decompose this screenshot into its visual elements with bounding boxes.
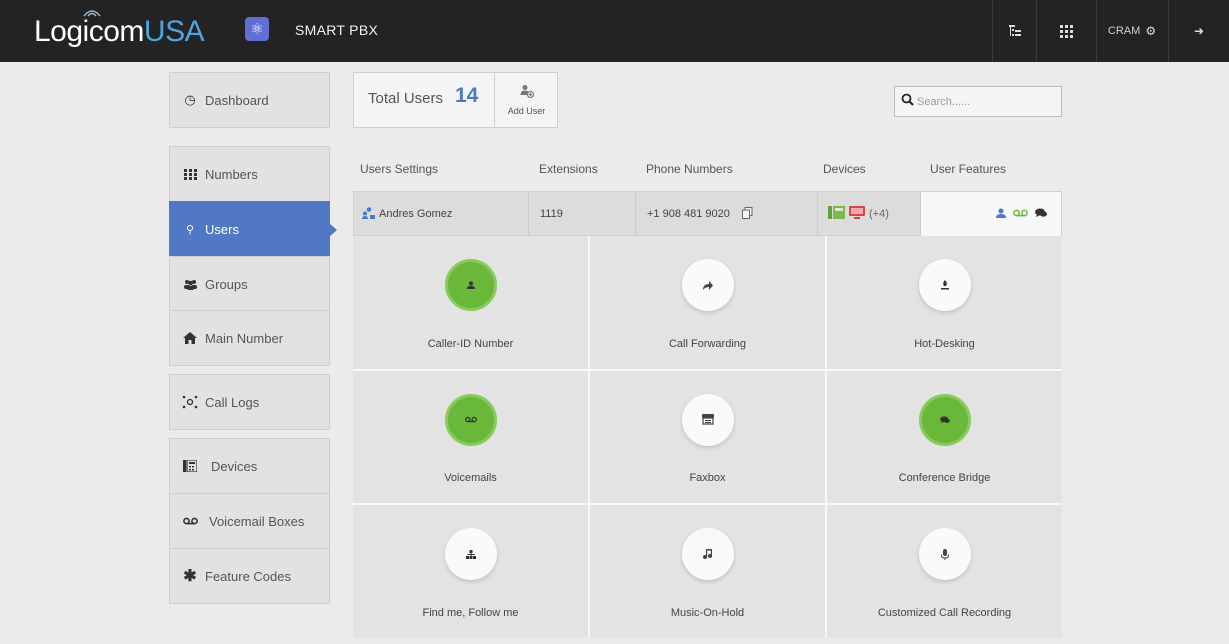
sidebar-item-devices[interactable]: Devices xyxy=(169,438,330,494)
phone-number-cell[interactable]: +1 908 481 9020 xyxy=(636,192,818,236)
user-icon xyxy=(362,206,376,222)
user-menu[interactable]: CRAM ⚙ xyxy=(1097,0,1167,62)
sidebar-item-label: Users xyxy=(205,221,239,237)
feature-tile-call-recording[interactable]: Customized Call Recording xyxy=(827,505,1062,638)
feature-tile-faxbox[interactable]: Faxbox xyxy=(590,370,825,504)
sidebar-item-users[interactable]: ⚲ Users xyxy=(169,201,337,257)
home-icon xyxy=(179,332,201,344)
column-header-extensions: Extensions xyxy=(539,162,598,176)
feature-tile-find-me-follow-me[interactable]: Find me, Follow me xyxy=(353,505,588,638)
sidebar-item-voicemail-boxes[interactable]: Voicemail Boxes xyxy=(169,493,330,549)
feature-tile-voicemails[interactable]: Voicemails xyxy=(353,370,588,504)
column-header-phone-numbers: Phone Numbers xyxy=(646,162,733,176)
search-input[interactable] xyxy=(917,95,1047,108)
feature-tile-conference-bridge[interactable]: Conference Bridge xyxy=(827,370,1062,504)
sidebar-item-label: Groups xyxy=(205,276,248,292)
comments-icon[interactable] xyxy=(918,393,971,446)
apps-grid-icon[interactable] xyxy=(1037,0,1096,62)
total-users-count: 14 xyxy=(455,84,479,107)
forward-icon[interactable] xyxy=(681,259,734,311)
user-name-cell[interactable]: Andres Gomez xyxy=(354,192,529,236)
total-users-panel: Total Users 14 Add User xyxy=(353,72,558,128)
users-icon: ⚲ xyxy=(185,223,195,236)
devices-icon xyxy=(179,460,201,472)
feature-label: Hot-Desking xyxy=(914,337,975,350)
caller-id-status-icon xyxy=(996,208,1006,221)
feature-label: Voicemails xyxy=(444,472,497,485)
desk-phone-icon xyxy=(828,206,845,222)
column-header-user-settings: Users Settings xyxy=(360,162,439,176)
sitemap-icon[interactable] xyxy=(444,528,497,581)
devices-extra-count: (+4) xyxy=(869,208,889,220)
logo-text-secondary: USA xyxy=(143,15,205,48)
sidebar-item-main-number[interactable]: Main Number xyxy=(169,310,330,366)
extension-cell[interactable]: 1119 xyxy=(529,192,636,236)
sidebar-item-label: Numbers xyxy=(205,166,258,182)
atom-icon[interactable]: ⚛ xyxy=(245,17,269,41)
logout-icon[interactable]: ➜ xyxy=(1169,0,1229,62)
column-header-devices: Devices xyxy=(823,162,866,176)
add-user-icon xyxy=(520,84,534,102)
sidebar-item-groups[interactable]: Groups xyxy=(169,256,330,312)
table-row[interactable]: Andres Gomez 1119 +1 908 481 9020 (+4) xyxy=(353,191,1062,236)
call-logs-icon xyxy=(179,395,201,409)
add-user-label: Add User xyxy=(507,106,546,116)
voicemail-icon xyxy=(179,517,201,525)
feature-label: Caller-ID Number xyxy=(427,337,514,350)
dashboard-icon: ◷ xyxy=(184,92,196,107)
sidebar-item-numbers[interactable]: Numbers xyxy=(169,146,330,202)
search-box xyxy=(894,86,1062,117)
feature-label: Find me, Follow me xyxy=(422,607,519,619)
sidebar-item-feature-codes[interactable]: ✱ Feature Codes xyxy=(169,548,330,604)
user-name: Andres Gomez xyxy=(379,208,453,220)
feature-label: Call Forwarding xyxy=(668,337,747,350)
copy-icon[interactable] xyxy=(741,206,753,222)
voicemail-icon[interactable] xyxy=(444,393,497,446)
cogs-icon: ⚙ xyxy=(1145,24,1157,38)
grid-icon xyxy=(179,168,201,180)
feature-tile-music-on-hold[interactable]: Music-On-Hold xyxy=(590,505,825,638)
sidebar-item-label: Voicemail Boxes xyxy=(209,513,305,529)
phone-number-value: +1 908 481 9020 xyxy=(647,208,730,220)
column-header-user-features: User Features xyxy=(930,162,1007,176)
conference-status-icon xyxy=(1035,208,1047,221)
logo-text-primary: Logicom xyxy=(34,15,144,48)
signal-arc-icon xyxy=(83,10,101,17)
top-bar: LogicomUSA ⚛ SMART PBX CRAM ⚙ ➜ xyxy=(0,0,1229,62)
total-users-label: Total Users xyxy=(368,90,444,107)
sidebar-item-call-logs[interactable]: Call Logs xyxy=(169,374,330,430)
feature-label: Conference Bridge xyxy=(898,472,991,485)
feature-tile-hot-desking[interactable]: Hot-Desking xyxy=(827,236,1062,369)
devices-cell[interactable]: (+4) xyxy=(818,192,921,236)
user-icon[interactable] xyxy=(444,259,497,311)
hot-desk-icon[interactable] xyxy=(918,259,971,311)
feature-label: Faxbox xyxy=(689,472,726,485)
sidebar-item-label: Dashboard xyxy=(205,92,269,108)
fax-icon[interactable] xyxy=(681,393,734,446)
feature-tile-call-forwarding[interactable]: Call Forwarding xyxy=(590,236,825,369)
sidebar-item-label: Call Logs xyxy=(205,394,260,410)
sitemap-icon[interactable] xyxy=(993,0,1036,62)
feature-tile-caller-id[interactable]: Caller-ID Number xyxy=(353,236,588,369)
sidebar-item-label: Feature Codes xyxy=(205,568,291,584)
feature-grid: Caller-ID Number Call Forwarding Hot-Des… xyxy=(353,236,1062,638)
sidebar-item-label: Devices xyxy=(211,458,258,474)
sidebar-item-label: Main Number xyxy=(205,330,284,346)
search-icon xyxy=(901,93,914,110)
user-label: CRAM xyxy=(1107,25,1141,37)
add-user-button[interactable]: Add User xyxy=(494,73,558,127)
music-icon[interactable] xyxy=(681,528,734,581)
app-title: SMART PBX xyxy=(295,22,379,38)
softphone-icon xyxy=(849,206,865,222)
asterisk-icon: ✱ xyxy=(183,568,197,585)
microphone-icon[interactable] xyxy=(918,528,971,581)
user-features-cell[interactable] xyxy=(921,192,1061,236)
logo[interactable]: LogicomUSA xyxy=(34,10,205,52)
feature-label: Music-On-Hold xyxy=(670,607,745,619)
voicemail-status-icon xyxy=(1013,208,1028,220)
extension-value: 1119 xyxy=(540,208,563,220)
feature-label: Customized Call Recording xyxy=(877,607,1012,619)
sidebar-item-dashboard[interactable]: ◷ Dashboard xyxy=(169,72,330,128)
groups-icon xyxy=(179,279,201,290)
